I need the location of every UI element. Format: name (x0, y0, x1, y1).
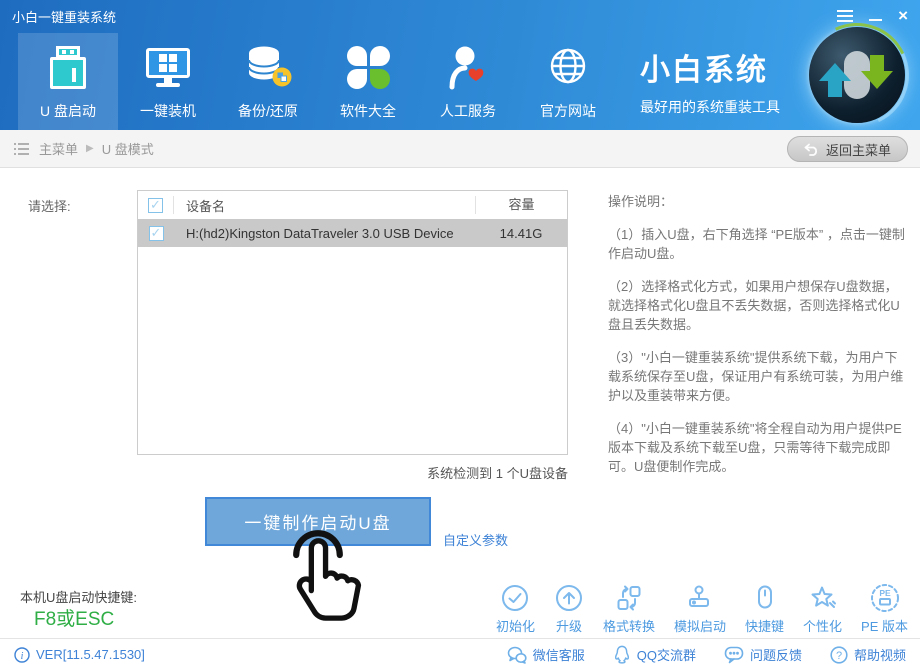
nav-label: 人工服务 (440, 101, 496, 121)
detect-status: 系统检测到 1 个U盘设备 (137, 463, 568, 482)
header: 小白一键重装系统 × U 盘启动 一键装机 (0, 0, 920, 130)
star-icon (808, 583, 838, 613)
custom-params-link[interactable]: 自定义参数 (443, 530, 508, 549)
breadcrumb-root[interactable]: 主菜单 (39, 139, 78, 158)
upgrade-arrow-icon (554, 583, 584, 613)
table-header-row: 设备名 容量 (138, 191, 567, 219)
wechat-support-link[interactable]: 微信客服 (507, 645, 585, 664)
bottom-toolbar: 初始化 升级 格式转换 模拟启动 (496, 583, 908, 635)
list-icon (14, 143, 29, 155)
nav-label: 官方网站 (540, 101, 596, 121)
pe-version-icon: PE (870, 583, 900, 613)
nav-label: 软件大全 (340, 101, 396, 121)
nav-item-usb-boot[interactable]: U 盘启动 (18, 33, 118, 130)
software-clover-icon (347, 42, 390, 92)
app-window: 小白一键重装系统 × U 盘启动 一键装机 (0, 0, 920, 670)
nav-label: U 盘启动 (40, 101, 96, 121)
mouse-icon (750, 583, 780, 613)
globe-icon (545, 42, 591, 92)
qq-penguin-icon (613, 645, 631, 664)
nav-label: 一键装机 (140, 101, 196, 121)
tap-hand-cursor-icon (282, 521, 362, 621)
toolbar-hotkey[interactable]: 快捷键 (745, 583, 784, 635)
nav-item-one-key-install[interactable]: 一键装机 (118, 33, 218, 130)
toolbar-pe-version[interactable]: PE PE 版本 (861, 583, 908, 635)
usb-drive-icon (50, 42, 86, 92)
column-header-capacity: 容量 (475, 196, 567, 214)
breadcrumb-separator-icon: ▶ (86, 143, 94, 154)
toolbar-upgrade[interactable]: 升级 (554, 583, 584, 635)
select-all-checkbox[interactable] (148, 198, 163, 213)
nav-item-software[interactable]: 软件大全 (318, 33, 418, 130)
table-row[interactable]: H:(hd2)Kingston DataTraveler 3.0 USB Dev… (138, 219, 567, 247)
menu-icon[interactable] (837, 10, 853, 22)
footer-links: 微信客服 QQ交流群 问题反馈 (507, 645, 906, 664)
brand-name: 小白系统 (640, 45, 780, 89)
select-label: 请选择: (28, 196, 71, 215)
support-person-icon (445, 42, 491, 92)
help-video-link[interactable]: ? 帮助视频 (830, 645, 906, 664)
backup-restore-icon (244, 42, 292, 92)
window-title: 小白一键重装系统 (12, 7, 116, 26)
version-info: i VER[11.5.47.1530] (14, 647, 145, 663)
info-icon: i (14, 647, 30, 663)
svg-text:?: ? (836, 650, 842, 662)
brand: 小白系统 最好用的系统重装工具 (640, 45, 780, 117)
titlebar: 小白一键重装系统 (0, 0, 920, 32)
brand-tagline: 最好用的系统重装工具 (640, 97, 780, 117)
breadcrumb: 主菜单 ▶ U 盘模式 返回主菜单 (0, 130, 920, 168)
close-icon[interactable]: × (898, 9, 908, 23)
instruction-step: （2）选择格式化方式，如果用户想保存U盘数据，就选择格式化U盘且不丢失数据，否则… (608, 277, 910, 334)
feedback-link[interactable]: 问题反馈 (724, 645, 802, 664)
back-to-main-menu-button[interactable]: 返回主菜单 (787, 136, 908, 162)
feedback-bubble-icon (724, 645, 744, 664)
help-question-icon: ? (830, 646, 848, 664)
toolbar-format-convert[interactable]: 格式转换 (603, 583, 655, 635)
instructions-title: 操作说明： (608, 192, 910, 211)
instruction-step: （1）插入U盘，右下角选择 “PE版本” ，点击一键制作启动U盘。 (608, 225, 910, 263)
instructions-panel: 操作说明： （1）插入U盘，右下角选择 “PE版本” ，点击一键制作启动U盘。 … (608, 192, 910, 490)
svg-text:i: i (21, 651, 24, 662)
minimize-icon[interactable] (869, 11, 882, 21)
wechat-icon (507, 646, 527, 664)
initialize-check-icon (500, 583, 530, 613)
hotkey-value: F8或ESC (34, 604, 114, 631)
format-convert-icon (614, 583, 644, 613)
window-controls: × (837, 9, 908, 23)
footer: i VER[11.5.47.1530] 微信客服 QQ交流群 (0, 638, 920, 670)
device-table: 设备名 容量 H:(hd2)Kingston DataTraveler 3.0 … (137, 190, 568, 455)
back-arrow-icon (804, 143, 819, 156)
device-capacity: 14.41G (475, 226, 567, 241)
monitor-icon (146, 42, 190, 92)
nav-item-support[interactable]: 人工服务 (418, 33, 518, 130)
row-checkbox[interactable] (149, 226, 164, 241)
breadcrumb-current: U 盘模式 (102, 139, 154, 158)
nav-item-website[interactable]: 官方网站 (518, 33, 618, 130)
brand-logo-icon (809, 27, 905, 123)
main-nav: U 盘启动 一键装机 (18, 33, 618, 130)
instruction-step: （4）"小白一键重装系统"将全程自动为用户提供PE版本下载及系统下载至U盘，只需… (608, 419, 910, 476)
svg-text:PE: PE (879, 588, 891, 598)
joystick-icon (685, 583, 715, 613)
toolbar-simulate-boot[interactable]: 模拟启动 (674, 583, 726, 635)
qq-group-link[interactable]: QQ交流群 (613, 645, 696, 664)
toolbar-personalize[interactable]: 个性化 (803, 583, 842, 635)
version-text: VER[11.5.47.1530] (36, 647, 145, 662)
instruction-step: （3）"小白一键重装系统"提供系统下载，为用户下载系统保存至U盘，保证用户有系统… (608, 348, 910, 405)
device-name: H:(hd2)Kingston DataTraveler 3.0 USB Dev… (174, 226, 475, 241)
column-header-device: 设备名 (174, 196, 475, 215)
nav-label: 备份/还原 (238, 101, 298, 121)
toolbar-initialize[interactable]: 初始化 (496, 583, 535, 635)
nav-item-backup-restore[interactable]: 备份/还原 (218, 33, 318, 130)
